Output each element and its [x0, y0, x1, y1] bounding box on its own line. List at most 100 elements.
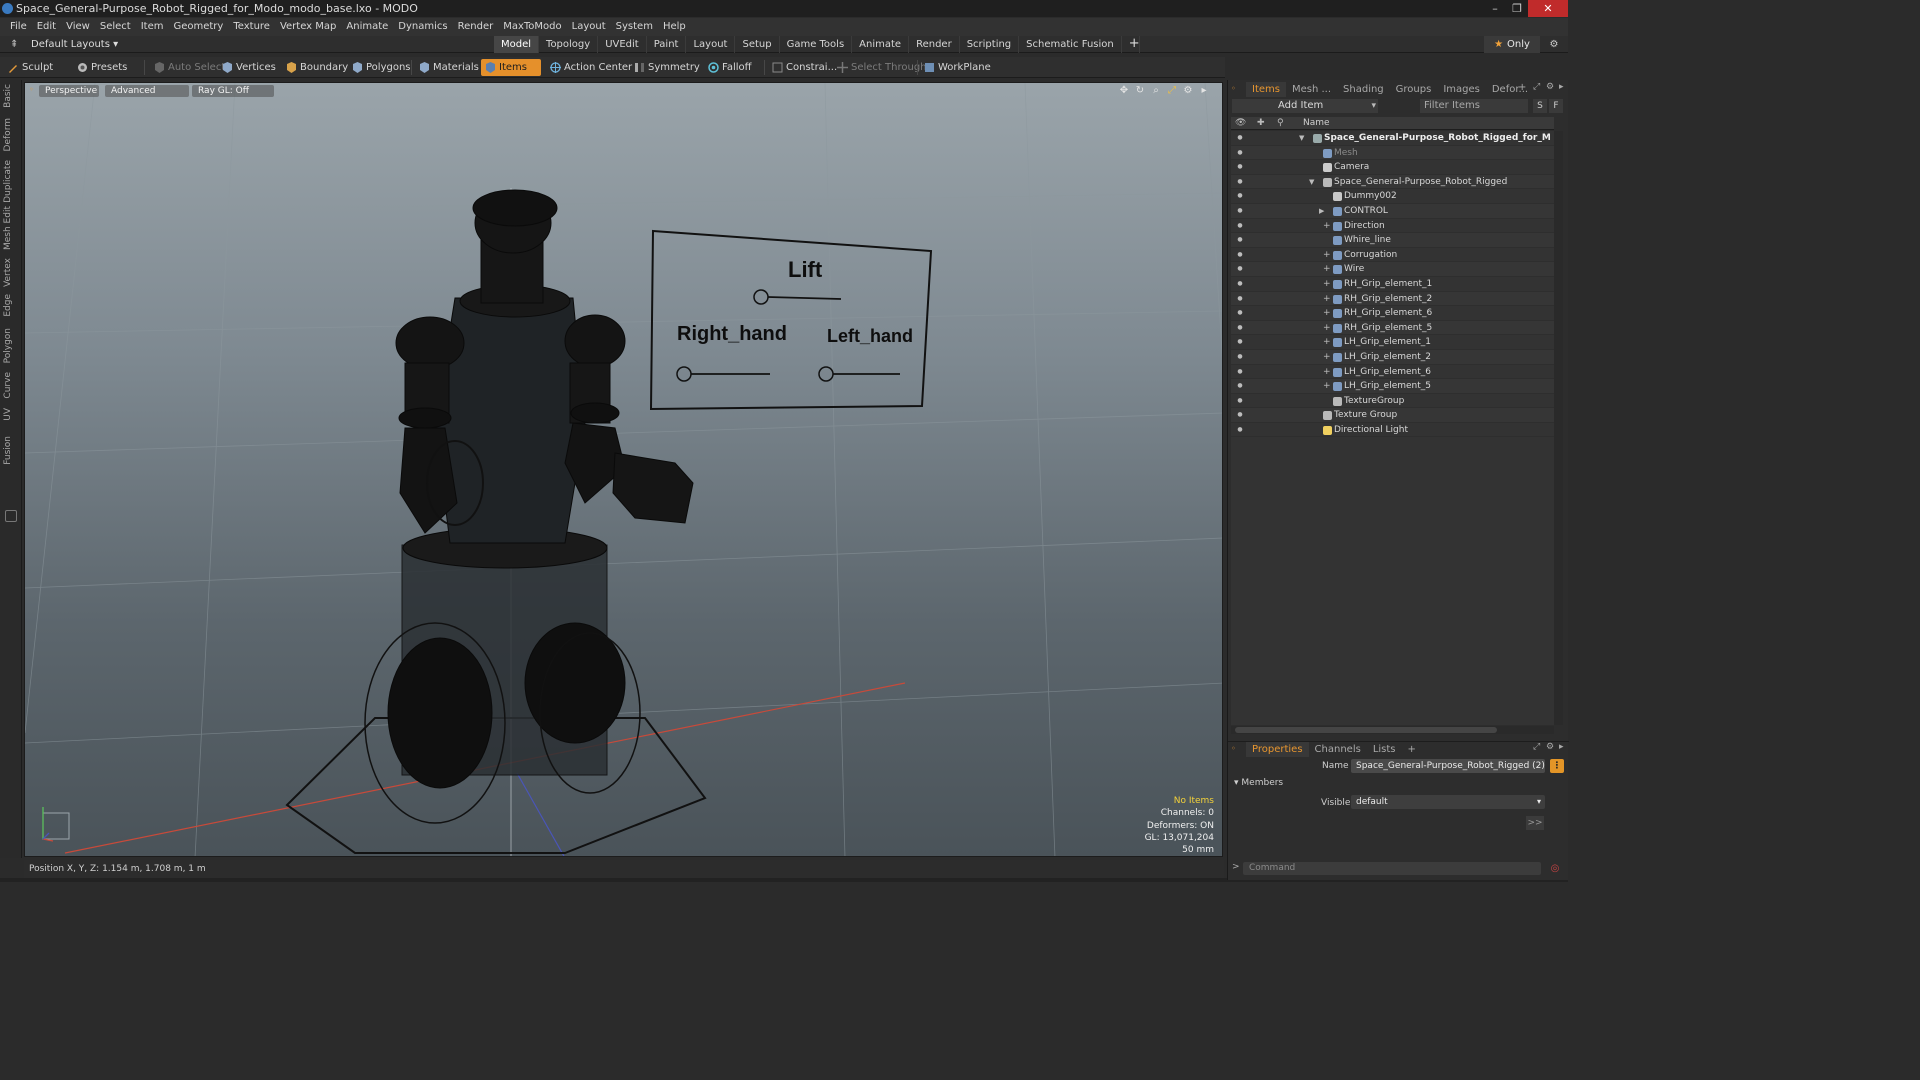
tree-item[interactable]: ● Camera	[1231, 160, 1554, 175]
panel-tab-groups[interactable]: Groups	[1390, 82, 1438, 97]
tool-tab-deform[interactable]: Deform	[3, 118, 19, 151]
properties-tab-channels[interactable]: Channels	[1309, 742, 1367, 757]
tab-schematic-fusion[interactable]: Schematic Fusion	[1019, 36, 1122, 53]
palette-toggle-icon[interactable]	[5, 510, 17, 522]
visibility-eye-icon[interactable]: ●	[1235, 321, 1245, 336]
menu-dynamics[interactable]: Dynamics	[393, 18, 452, 36]
visibility-eye-icon[interactable]: ●	[1235, 146, 1245, 161]
visibility-eye-icon[interactable]: ●	[1235, 219, 1245, 234]
collapse-triangle-icon[interactable]: ▼	[1299, 131, 1304, 146]
add-item-button[interactable]: Add Item ▾	[1232, 99, 1378, 113]
workplane-button[interactable]: WorkPlane	[920, 59, 997, 76]
tool-tab-vertex[interactable]: Vertex	[3, 258, 19, 287]
tree-item[interactable]: ● + LH_Grip_element_1	[1231, 335, 1554, 350]
panel-tab-shading[interactable]: Shading	[1337, 82, 1390, 97]
name-column-header[interactable]: Name	[1303, 117, 1330, 130]
panel-tab-mesh[interactable]: Mesh ...	[1286, 82, 1337, 97]
tree-item[interactable]: ● + RH_Grip_element_5	[1231, 320, 1554, 336]
tab-game-tools[interactable]: Game Tools	[780, 36, 853, 53]
materials-button[interactable]: Materials	[415, 59, 485, 76]
visibility-eye-icon[interactable]: ●	[1235, 189, 1245, 204]
presets-button[interactable]: Presets	[73, 59, 133, 76]
panel-gear-icon[interactable]: ⚙	[1546, 82, 1554, 92]
tool-tab-duplicate[interactable]: Duplicate	[3, 160, 19, 203]
visibility-eye-icon[interactable]: ●	[1235, 175, 1245, 190]
expand-plus-icon[interactable]: +	[1323, 219, 1331, 234]
panel-menu-icon[interactable]: ◦	[1231, 84, 1236, 93]
tab-render[interactable]: Render	[909, 36, 960, 53]
perspective-button[interactable]: Perspective	[39, 85, 99, 97]
advanced-button[interactable]: Advanced	[105, 85, 189, 97]
expand-plus-icon[interactable]: +	[1323, 248, 1331, 263]
robot-model[interactable]	[285, 189, 707, 854]
menu-maxtomodo[interactable]: MaxToModo	[498, 18, 566, 36]
visibility-eye-icon[interactable]: ●	[1235, 292, 1245, 307]
tool-tab-polygon[interactable]: Polygon	[3, 328, 19, 363]
tree-item[interactable]: ● Whire_line	[1231, 233, 1554, 248]
visibility-eye-icon[interactable]: ●	[1235, 350, 1245, 365]
visibility-eye-icon[interactable]: ●	[1235, 262, 1245, 277]
tab-paint[interactable]: Paint	[647, 36, 687, 53]
expand-plus-icon[interactable]: +	[1323, 335, 1331, 350]
visibility-eye-icon[interactable]: ●	[1235, 277, 1245, 292]
filter-items-input[interactable]: Filter Items	[1420, 99, 1528, 113]
menu-view[interactable]: View	[61, 18, 95, 36]
visibility-eye-icon[interactable]: ●	[1235, 160, 1245, 175]
panel-tab-images[interactable]: Images	[1437, 82, 1486, 97]
tab-setup[interactable]: Setup	[735, 36, 780, 53]
record-icon[interactable]: ◎	[1548, 862, 1562, 875]
tool-tab-edge[interactable]: Edge	[3, 294, 19, 317]
lock-column-icon[interactable]: ✚	[1257, 117, 1265, 130]
name-options-icon[interactable]: ⋮	[1550, 759, 1564, 773]
add-tab-button[interactable]: +	[1122, 36, 1140, 53]
tree-item[interactable]: ● Directional Light	[1231, 423, 1554, 438]
constraints-button[interactable]: Constrai...	[768, 59, 843, 76]
tool-tab-uv[interactable]: UV	[3, 408, 19, 421]
gear-icon[interactable]: ⚙	[1546, 36, 1562, 53]
visibility-eye-icon[interactable]: ●	[1235, 248, 1245, 263]
filter-s-button[interactable]: S	[1533, 99, 1547, 113]
3d-viewport[interactable]: Lift Right_hand Left_hand ◦ Perspective …	[24, 82, 1223, 857]
expand-triangle-icon[interactable]: ▶	[1319, 204, 1324, 219]
expand-plus-icon[interactable]: +	[1323, 379, 1331, 394]
visible-dropdown[interactable]: default ▾	[1351, 795, 1545, 809]
tab-model[interactable]: Model	[494, 36, 540, 53]
visibility-eye-icon[interactable]: ●	[1235, 423, 1245, 438]
left-hand-slider-knob[interactable]	[818, 366, 834, 382]
tab-uvedit[interactable]: UVEdit	[598, 36, 647, 53]
panel-tab-items[interactable]: Items	[1246, 82, 1286, 97]
move-view-icon[interactable]: ✥	[1118, 85, 1130, 97]
boundary-button[interactable]: Boundary	[282, 59, 354, 76]
properties-expand-icon[interactable]: ⤢	[1533, 742, 1540, 752]
members-section[interactable]: ▾ Members	[1234, 778, 1283, 788]
tool-tab-curve[interactable]: Curve	[3, 372, 19, 399]
expand-properties-button[interactable]: >>	[1526, 816, 1544, 830]
expand-plus-icon[interactable]: +	[1323, 321, 1331, 336]
visibility-eye-icon[interactable]: ●	[1235, 335, 1245, 350]
expand-plus-icon[interactable]: +	[1323, 292, 1331, 307]
expand-plus-icon[interactable]: +	[1323, 350, 1331, 365]
tool-tab-fusion[interactable]: Fusion	[3, 436, 19, 465]
expand-plus-icon[interactable]: +	[1323, 365, 1331, 380]
properties-tab-lists[interactable]: Lists	[1367, 742, 1402, 757]
right-hand-slider-knob[interactable]	[676, 366, 692, 382]
pin-icon[interactable]: ⇞	[10, 36, 18, 53]
sculpt-button[interactable]: Sculpt	[4, 59, 59, 76]
viewport-expand-icon[interactable]: ▸	[1198, 85, 1210, 97]
vertices-button[interactable]: Vertices	[218, 59, 282, 76]
tree-item[interactable]: ● ▼ Space_General-Purpose_Robot_Rigged	[1231, 174, 1554, 190]
viewport-menu-icon[interactable]: ◦	[29, 85, 34, 94]
menu-animate[interactable]: Animate	[341, 18, 393, 36]
tab-scripting[interactable]: Scripting	[960, 36, 1020, 53]
properties-tab-properties[interactable]: Properties	[1246, 742, 1309, 757]
tree-item[interactable]: ● Texture Group	[1231, 408, 1554, 423]
menu-system[interactable]: System	[611, 18, 658, 36]
tree-item[interactable]: ● ▶ CONTROL	[1231, 203, 1554, 219]
selection-column-icon[interactable]: ⚲	[1277, 117, 1284, 130]
maximize-button[interactable]: ❐	[1506, 0, 1528, 17]
panel-arrow-icon[interactable]: ▸	[1559, 82, 1564, 92]
tree-item[interactable]: ● TextureGroup	[1231, 394, 1554, 409]
lift-slider-knob[interactable]	[753, 289, 769, 305]
polygons-button[interactable]: Polygons	[348, 59, 417, 76]
tree-item[interactable]: ● + Wire	[1231, 262, 1554, 277]
